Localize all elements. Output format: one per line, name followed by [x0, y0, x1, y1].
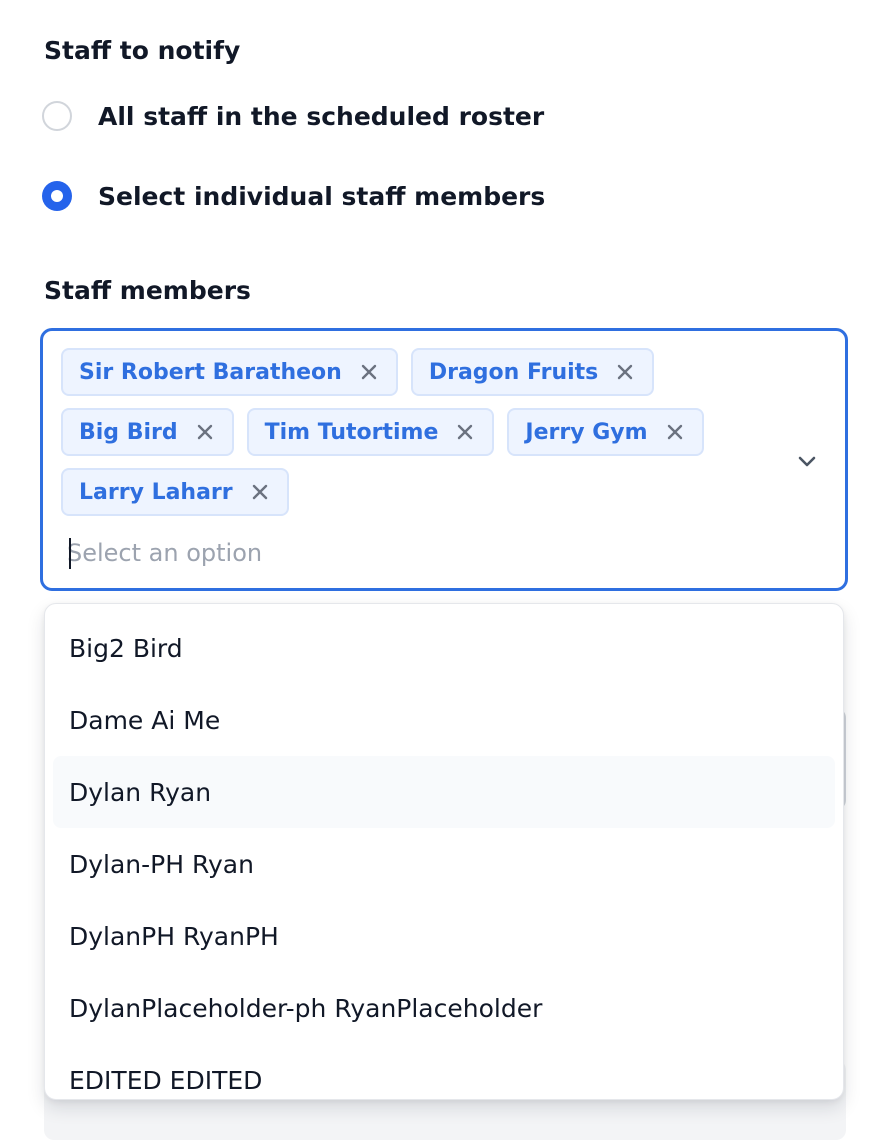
staff-tag-label: Dragon Fruits — [428, 359, 599, 385]
list-item[interactable]: DylanPlaceholder-ph RyanPlaceholder — [53, 972, 835, 1044]
radio-button-checked[interactable] — [42, 181, 72, 211]
radio-label-all-staff: All staff in the scheduled roster — [98, 101, 545, 131]
list-item[interactable]: Dylan-PH Ryan — [53, 828, 835, 900]
list-item[interactable]: EDITED EDITED — [53, 1044, 835, 1099]
staff-tag: Jerry Gym — [507, 408, 704, 456]
radio-option-select-individual[interactable]: Select individual staff members — [42, 178, 545, 214]
staff-to-notify-label: Staff to notify — [44, 36, 241, 65]
staff-search-input[interactable] — [67, 535, 747, 571]
chevron-down-icon[interactable] — [793, 447, 821, 475]
list-item[interactable]: Dylan Ryan — [53, 756, 835, 828]
staff-tag: Tim Tutortime — [246, 408, 495, 456]
staff-tag: Dragon Fruits — [410, 348, 655, 396]
text-cursor — [69, 538, 71, 569]
staff-tag: Big Bird — [61, 408, 234, 456]
close-icon[interactable] — [454, 421, 476, 443]
staff-multiselect[interactable]: Sir Robert Baratheon Dragon Fruits Big B… — [40, 328, 848, 591]
close-icon[interactable] — [614, 361, 636, 383]
close-icon[interactable] — [249, 481, 271, 503]
radio-dot — [51, 190, 63, 202]
close-icon[interactable] — [358, 361, 380, 383]
list-item[interactable]: DylanPH RyanPH — [53, 900, 835, 972]
staff-tag-label: Jerry Gym — [525, 419, 648, 445]
close-icon[interactable] — [194, 421, 216, 443]
selected-tags: Sir Robert Baratheon Dragon Fruits Big B… — [61, 348, 761, 516]
staff-tag-label: Larry Laharr — [79, 479, 233, 505]
options-list: Big2 Bird Dame Ai Me Dylan Ryan Dylan-PH… — [53, 612, 835, 1099]
list-item[interactable]: Dame Ai Me — [53, 684, 835, 756]
radio-label-select-individual: Select individual staff members — [98, 181, 546, 211]
staff-tag: Larry Laharr — [61, 468, 289, 516]
staff-members-label: Staff members — [44, 276, 251, 305]
staff-options-dropdown: Big2 Bird Dame Ai Me Dylan Ryan Dylan-PH… — [44, 603, 844, 1100]
staff-tag-label: Sir Robert Baratheon — [79, 359, 342, 385]
staff-tag: Sir Robert Baratheon — [61, 348, 398, 396]
staff-tag-label: Big Bird — [79, 419, 178, 445]
close-icon[interactable] — [664, 421, 686, 443]
radio-option-all-staff[interactable]: All staff in the scheduled roster — [42, 98, 544, 134]
list-item[interactable]: Big2 Bird — [53, 612, 835, 684]
staff-tag-label: Tim Tutortime — [264, 419, 439, 445]
radio-button-unchecked[interactable] — [42, 101, 72, 131]
